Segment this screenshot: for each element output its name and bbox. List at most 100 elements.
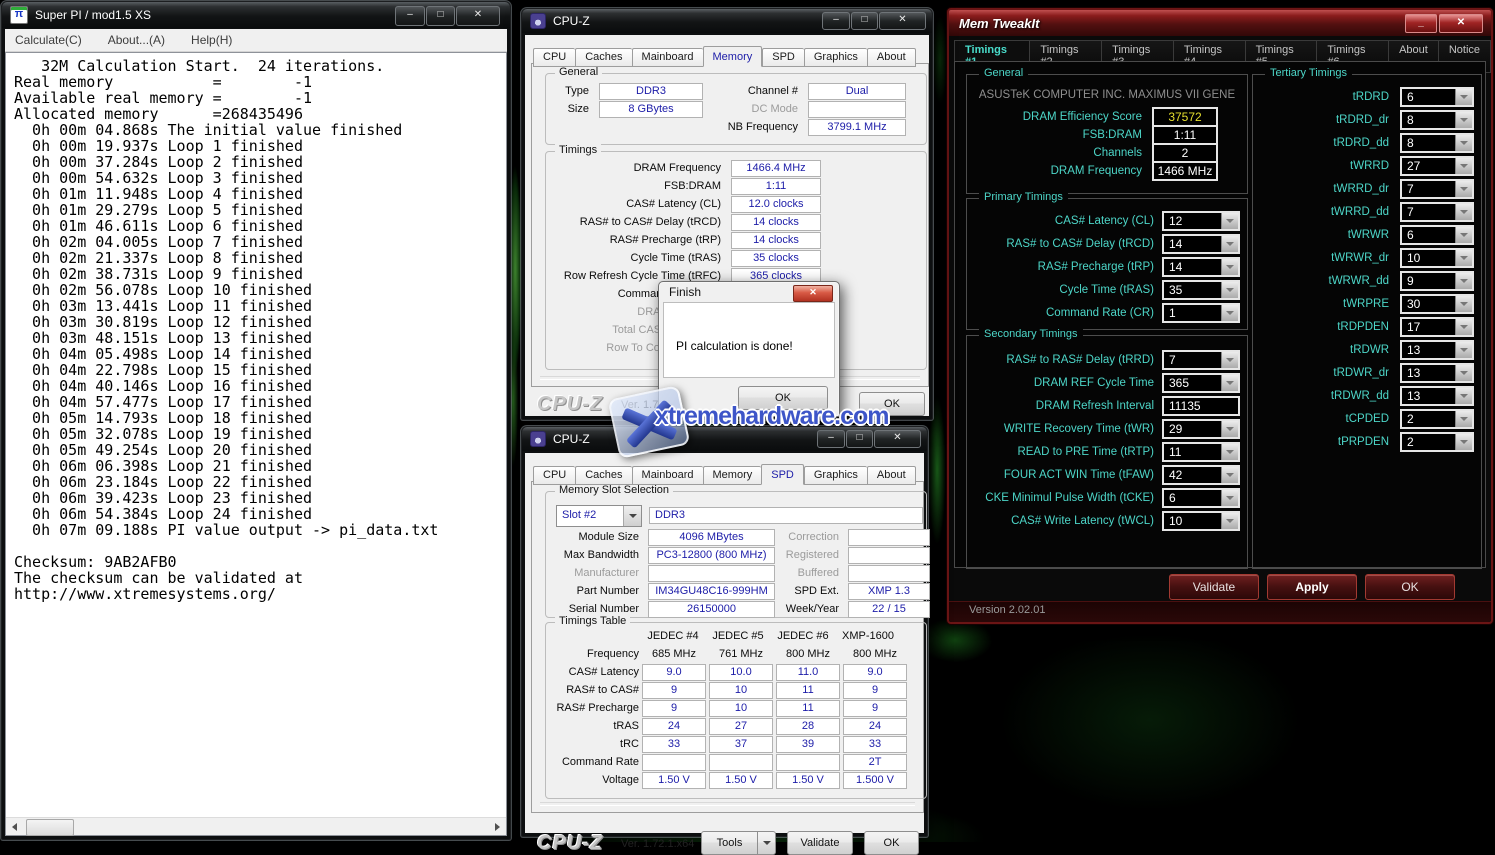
dropdown-button[interactable] <box>1221 259 1238 275</box>
tertiary-timings-group: Tertiary Timings tRDRD 6 tRDRD_dr 8 tRDR… <box>1252 74 1482 569</box>
dropdown-button[interactable] <box>1455 319 1472 335</box>
dropdown-button[interactable] <box>1455 411 1472 427</box>
dropdown-button[interactable] <box>1455 296 1472 312</box>
timing-label: tRDRD <box>1253 91 1389 103</box>
row-label: Command Rate <box>546 756 639 768</box>
dropdown-button[interactable] <box>1221 213 1238 229</box>
dropdown-button[interactable] <box>1221 352 1238 368</box>
spd-label: Part Number <box>546 585 639 597</box>
scroll-right-button[interactable] <box>489 818 506 835</box>
tools-button[interactable]: Tools <box>701 831 758 855</box>
tab[interactable]: SPD <box>762 48 804 67</box>
menu-calculate[interactable]: Calculate(C) <box>15 33 82 47</box>
tab[interactable]: CPU <box>533 48 575 67</box>
dropdown-button[interactable] <box>1455 112 1472 128</box>
watermark-text: xtremehardware.com <box>655 402 889 431</box>
tab[interactable]: About <box>867 48 916 67</box>
close-button[interactable]: ✕ <box>879 12 926 30</box>
dropdown-button[interactable] <box>1455 434 1472 450</box>
dropdown-button[interactable] <box>1455 365 1472 381</box>
timing-value: 7 <box>1164 352 1221 368</box>
type-value: DDR3 <box>599 83 703 100</box>
cpuz-spd-window: CPU-Z – □ ✕ CPUCachesMainboardMemorySPDG… <box>521 426 928 837</box>
timing-row: FOUR ACT WIN Time (tFAW) 42 <box>967 463 1247 486</box>
dropdown-button[interactable] <box>1455 135 1472 151</box>
minimize-button[interactable]: – <box>395 6 425 26</box>
dropdown-button[interactable] <box>1455 388 1472 404</box>
column-header: JEDEC #5 <box>707 629 769 644</box>
maximize-button[interactable]: □ <box>426 6 455 26</box>
cpuz-window-buttons: – □ ✕ <box>817 430 921 448</box>
cpuz-tabs: CPUCachesMainboardMemorySPDGraphicsAbout <box>533 46 916 67</box>
dropdown-button[interactable] <box>1455 250 1472 266</box>
tab[interactable]: Graphics <box>804 48 867 67</box>
dropdown-button[interactable] <box>1221 421 1238 437</box>
dropdown-button[interactable] <box>1221 444 1238 460</box>
dropdown-button[interactable] <box>1455 273 1472 289</box>
tab[interactable]: Memory <box>703 46 763 67</box>
cell: 1.500 V <box>843 772 907 789</box>
validate-button[interactable]: Validate <box>1169 574 1259 600</box>
cell: 9 <box>843 682 907 699</box>
tab[interactable]: Mainboard <box>632 48 703 67</box>
tab[interactable]: Memory <box>703 466 762 485</box>
dropdown-button[interactable] <box>1221 513 1238 529</box>
dropdown-button[interactable] <box>1455 158 1472 174</box>
tab[interactable]: Caches <box>575 466 631 485</box>
superpi-menubar: Calculate(C) About...(A) Help(H) <box>5 29 507 52</box>
row-label: Voltage <box>546 774 639 786</box>
dropdown-button[interactable] <box>1455 204 1472 220</box>
timing-row: tCPDED 2 <box>1253 407 1481 430</box>
dropdown-button[interactable] <box>1221 282 1238 298</box>
cell: 33 <box>843 736 907 753</box>
timing-value: 14 clocks <box>731 232 821 249</box>
slot-combobox[interactable]: Slot #2 <box>556 505 642 527</box>
menu-help[interactable]: Help(H) <box>191 33 232 47</box>
close-button[interactable]: ✕ <box>793 285 833 302</box>
arrow-right-icon <box>495 823 500 831</box>
dropdown-button[interactable] <box>1221 490 1238 506</box>
timing-value: 42 <box>1164 467 1221 483</box>
scrollbar-thumb[interactable] <box>26 819 74 836</box>
dropdown-button[interactable] <box>1221 375 1238 391</box>
tab[interactable]: CPU <box>533 466 575 485</box>
close-button[interactable]: ✕ <box>874 430 921 448</box>
apply-button[interactable]: Apply <box>1267 574 1357 600</box>
validate-button[interactable]: Validate <box>787 831 853 855</box>
ok-button[interactable]: OK <box>1365 574 1455 600</box>
tab[interactable]: SPD <box>761 464 804 485</box>
dropdown-button[interactable] <box>1455 227 1472 243</box>
combo-dropdown-button[interactable] <box>623 506 641 526</box>
dropdown-button[interactable] <box>1455 89 1472 105</box>
dropdown-button[interactable] <box>1221 305 1238 321</box>
scroll-left-button[interactable] <box>6 818 23 835</box>
tab[interactable]: Caches <box>575 48 631 67</box>
tab[interactable]: Mainboard <box>632 466 703 485</box>
maximize-button[interactable]: □ <box>846 430 873 448</box>
table-row: tRAS 24 27 28 24 <box>546 717 926 735</box>
tab[interactable]: Graphics <box>804 466 867 485</box>
dropdown-button[interactable] <box>1221 236 1238 252</box>
close-button[interactable]: ✕ <box>456 6 500 26</box>
tab[interactable]: About <box>867 466 916 485</box>
minimize-button[interactable]: _ <box>1405 14 1437 33</box>
timing-value: 14 <box>1164 259 1221 275</box>
slot-selected: Slot #2 <box>557 506 623 526</box>
close-button[interactable]: ✕ <box>1439 14 1483 33</box>
maximize-button[interactable]: □ <box>851 12 878 30</box>
dropdown-button[interactable] <box>1221 467 1238 483</box>
menu-about[interactable]: About...(A) <box>108 33 165 47</box>
size-label: Size <box>546 102 589 117</box>
superpi-window: π Super PI / mod1.5 XS – □ ✕ Calculate(C… <box>1 1 511 840</box>
dropdown-button[interactable] <box>1455 181 1472 197</box>
tools-dropdown-button[interactable] <box>758 831 776 855</box>
horizontal-scrollbar[interactable] <box>6 817 506 835</box>
motherboard-name: ASUSTeK COMPUTER INC. MAXIMUS VII GENE <box>967 89 1247 101</box>
minimize-button[interactable]: – <box>822 12 850 30</box>
timing-row: WRITE Recovery Time (tWR) 29 <box>967 417 1247 440</box>
dropdown-button[interactable] <box>1455 342 1472 358</box>
ok-button[interactable]: OK <box>864 831 919 855</box>
chevron-down-icon <box>1460 95 1468 99</box>
column-header: JEDEC #6 <box>772 629 834 644</box>
minimize-button[interactable]: – <box>817 430 845 448</box>
